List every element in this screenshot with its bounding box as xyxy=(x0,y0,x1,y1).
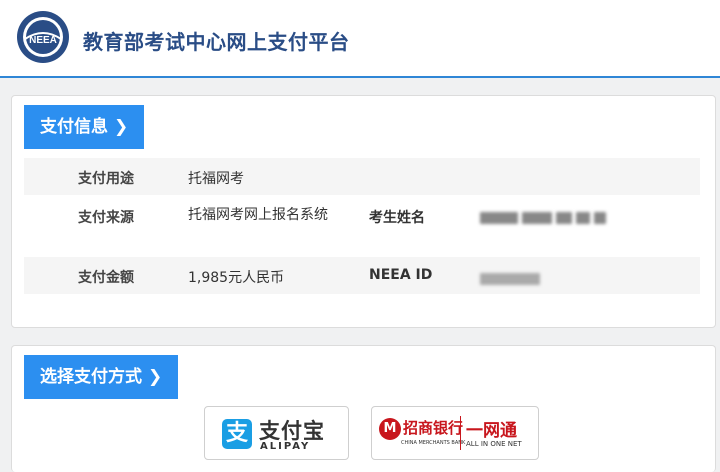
payment-info-title: 支付信息 xyxy=(40,117,108,137)
neea-logo: NEEA xyxy=(17,11,69,63)
payment-method-card: 选择支付方式 ❯ 支 支付宝 ALIPAY M 招商银行 CHINA MERCHA… xyxy=(11,345,716,472)
candidate-name-label: 考生姓名 xyxy=(369,210,425,226)
cmb-onenet-button[interactable]: M 招商银行 CHINA MERCHANTS BANK 一网通 ALL IN O… xyxy=(371,406,539,460)
table-row: 支付用途 托福网考 xyxy=(24,158,700,195)
purpose-value: 托福网考 xyxy=(188,171,244,187)
onenet-english-name: ALL IN ONE NET xyxy=(466,440,522,448)
alipay-button[interactable]: 支 支付宝 ALIPAY xyxy=(204,406,349,460)
header: NEEA 教育部考试中心网上支付平台 xyxy=(0,0,720,78)
amount-label: 支付金额 xyxy=(78,270,134,286)
purpose-label: 支付用途 xyxy=(78,171,134,187)
payment-method-heading: 选择支付方式 ❯ xyxy=(24,355,179,399)
neea-id-label: NEEA ID xyxy=(369,267,433,283)
site-title: 教育部考试中心网上支付平台 xyxy=(83,30,350,54)
logo-text: NEEA xyxy=(29,35,57,46)
table-row: 支付来源 托福网考网上报名系统 考生姓名 xyxy=(24,195,700,257)
payment-info-table: 支付用途 托福网考 支付来源 托福网考网上报名系统 考生姓名 支付金额 1,98… xyxy=(24,158,700,294)
amount-value: 1,985元人民币 xyxy=(188,270,285,286)
cmb-name: 招商银行 xyxy=(403,419,464,437)
source-label: 支付来源 xyxy=(78,210,134,226)
divider xyxy=(460,416,461,450)
cmb-logo-icon: M xyxy=(379,418,401,440)
payment-method-title: 选择支付方式 xyxy=(40,367,142,387)
onenet-name: 一网通 xyxy=(466,421,517,441)
alipay-icon: 支 xyxy=(222,419,252,449)
candidate-name-value-redacted xyxy=(480,209,610,228)
cmb-english-name: CHINA MERCHANTS BANK xyxy=(401,440,466,446)
neea-id-value-redacted xyxy=(480,270,544,289)
payment-info-card: 支付信息 ❯ 支付用途 托福网考 支付来源 托福网考网上报名系统 考生姓名 支付金… xyxy=(11,95,716,328)
source-value: 托福网考网上报名系统 xyxy=(188,207,328,223)
table-row: 支付金额 1,985元人民币 NEEA ID xyxy=(24,257,700,294)
payment-info-heading: 支付信息 ❯ xyxy=(24,105,145,149)
chevron-right-icon: ❯ xyxy=(114,117,129,137)
chevron-right-icon: ❯ xyxy=(148,367,163,387)
alipay-english-name: ALIPAY xyxy=(260,441,311,452)
